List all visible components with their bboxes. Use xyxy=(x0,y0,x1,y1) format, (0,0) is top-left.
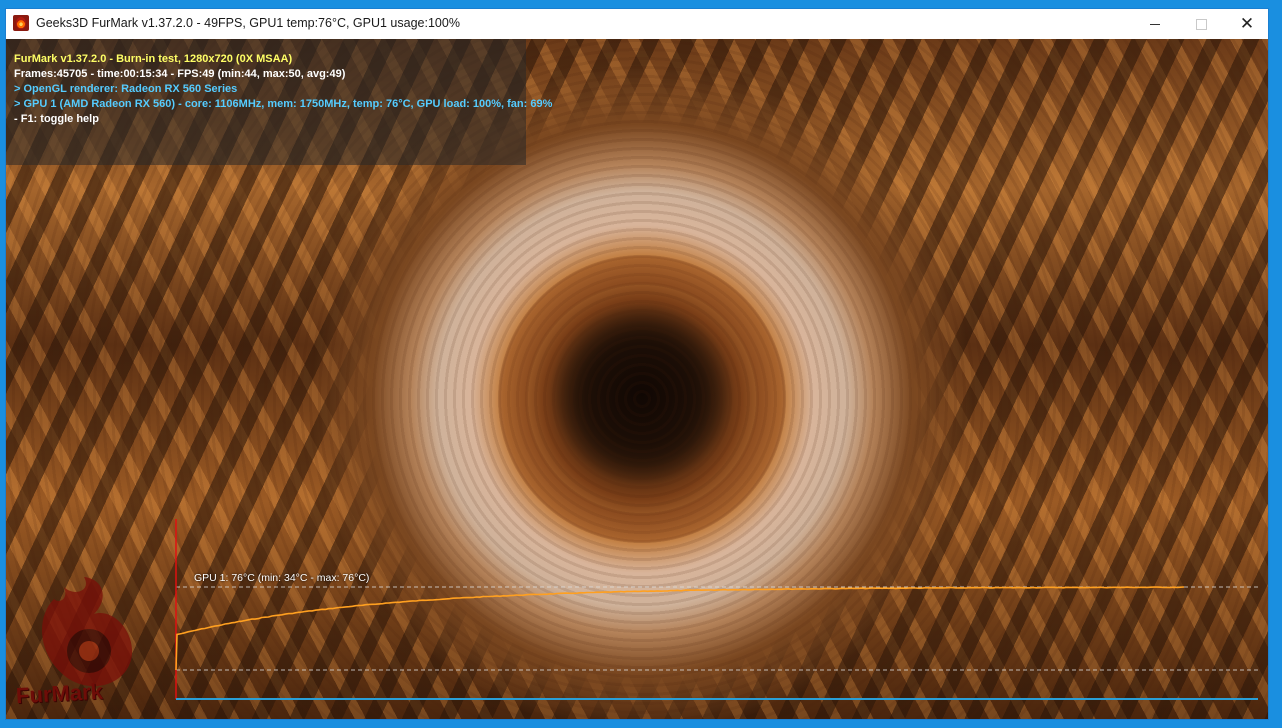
hud-frames-line: Frames:45705 - time:00:15:34 - FPS:49 (m… xyxy=(14,68,346,80)
furmark-app-icon[interactable] xyxy=(13,15,29,31)
hud-title-line: FurMark v1.37.2.0 - Burn-in test, 1280x7… xyxy=(14,53,293,65)
furmark-window: Geeks3D FurMark v1.37.2.0 - 49FPS, GPU1 … xyxy=(5,8,1269,720)
temperature-curve xyxy=(175,586,1185,671)
window-title: Geeks3D FurMark v1.37.2.0 - 49FPS, GPU1 … xyxy=(36,16,460,30)
hud-gpu-line: > GPU 1 (AMD Radeon RX 560) - core: 1106… xyxy=(14,98,553,110)
minimize-button[interactable] xyxy=(1132,9,1178,39)
maximize-icon xyxy=(1195,18,1207,30)
maximize-button[interactable] xyxy=(1178,9,1224,39)
gpu-temp-label: GPU 1: 76°C (min: 34°C - max: 76°C) xyxy=(194,572,370,584)
hud-overlay: FurMark v1.37.2.0 - Burn-in test, 1280x7… xyxy=(6,39,552,165)
hud-help-line: - F1: toggle help xyxy=(14,113,99,125)
close-button[interactable]: ✕ xyxy=(1224,9,1270,39)
furmark-logo-text: FurMark xyxy=(15,678,104,709)
render-viewport[interactable]: FurMark v1.37.2.0 - Burn-in test, 1280x7… xyxy=(6,39,1268,719)
close-icon: ✕ xyxy=(1239,13,1255,34)
hud-renderer-line: > OpenGL renderer: Radeon RX 560 Series xyxy=(14,83,238,95)
title-bar[interactable]: Geeks3D FurMark v1.37.2.0 - 49FPS, GPU1 … xyxy=(6,9,1268,39)
minimize-icon xyxy=(1150,23,1160,25)
